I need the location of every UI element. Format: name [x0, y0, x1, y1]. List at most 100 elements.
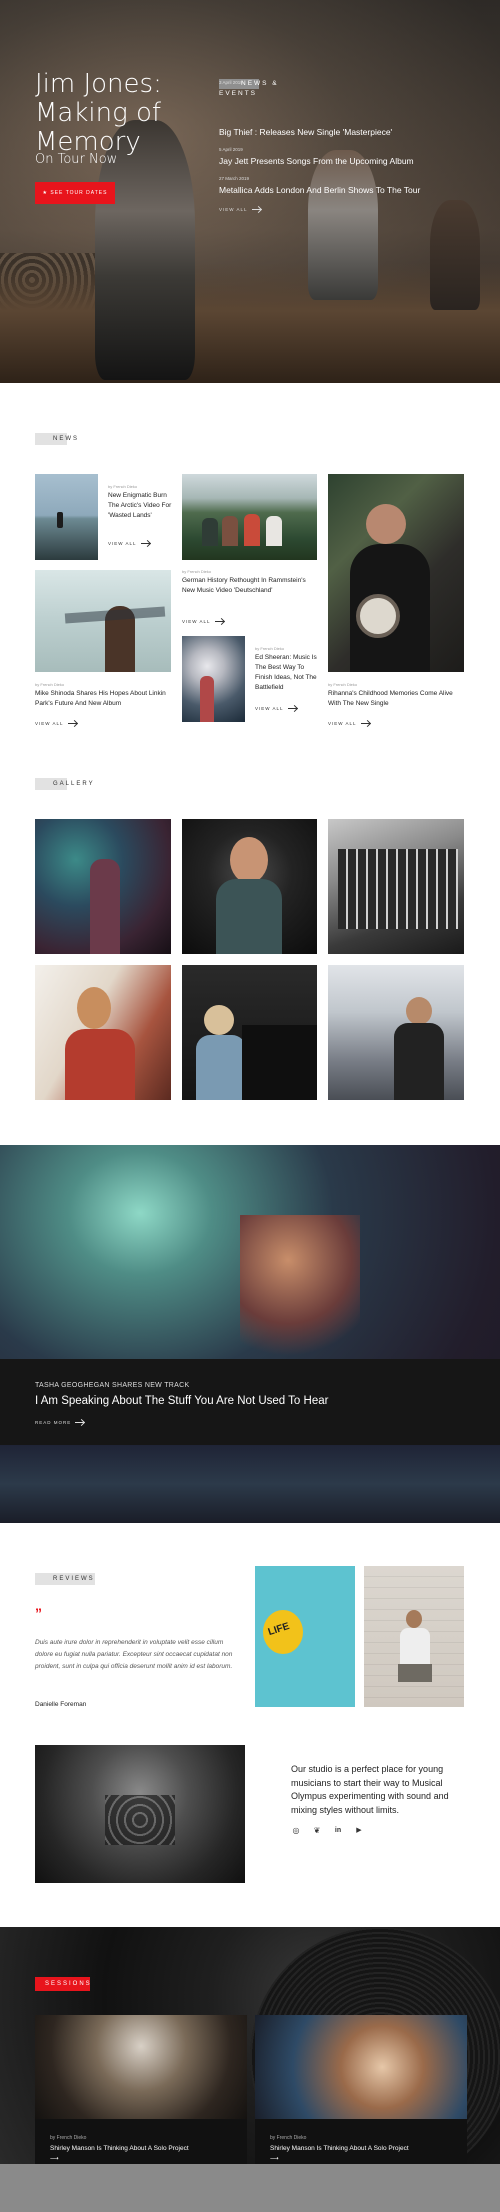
- session-title[interactable]: Shirley Manson Is Thinking About A Solo …: [50, 2145, 189, 2152]
- hero-singer-figure: [308, 150, 378, 300]
- youtube-icon[interactable]: ▶: [354, 1826, 364, 1836]
- review-text: Duis aute irure dolor in reprehenderit i…: [35, 1639, 233, 1670]
- gallery-image-pianist[interactable]: [182, 965, 317, 1100]
- gallery-image-crowd-performer[interactable]: [328, 965, 464, 1100]
- news-meta: by French Dieko: [35, 682, 65, 687]
- person-figure: [244, 514, 260, 546]
- banner-kicker: TASHA GEOGHEGAN SHARES NEW TRACK: [35, 1382, 190, 1389]
- news-meta: by French Dieko: [255, 646, 285, 651]
- news-label-text: NEWS: [53, 436, 79, 442]
- mixer-faders: [338, 849, 458, 929]
- person-figure: [200, 676, 214, 722]
- person-head: [230, 837, 268, 883]
- gallery-label-text: GALLERY: [53, 781, 95, 787]
- reviews-section-label: REVIEWS: [35, 1573, 115, 1585]
- session-card[interactable]: [35, 2015, 247, 2164]
- read-more-label: READ MORE: [35, 1420, 72, 1425]
- news-image-veiled-woman[interactable]: [35, 570, 171, 672]
- studio-image-band: [35, 1745, 245, 1883]
- session-image-band-room: [35, 2015, 247, 2119]
- news-title[interactable]: Mike Shinoda Shares His Hopes About Link…: [35, 689, 171, 709]
- featured-banner[interactable]: [0, 1145, 500, 1523]
- event-title[interactable]: Metallica Adds London And Berlin Shows T…: [219, 185, 420, 195]
- session-image-singer-crowd: [255, 2015, 467, 2119]
- news-title[interactable]: New Enigmatic Burn The Arctic's Video Fo…: [108, 491, 173, 521]
- reviewer-name: Danielle Foreman: [35, 1701, 87, 1708]
- gallery-image-mixing-desk[interactable]: [328, 819, 464, 954]
- news-view-all-link[interactable]: VIEW ALL: [108, 541, 150, 546]
- arrow-right-icon: [251, 209, 261, 211]
- read-more-link[interactable]: READ MORE: [35, 1420, 85, 1425]
- linkedin-icon[interactable]: in: [333, 1826, 343, 1836]
- arrow-right-icon: [214, 621, 224, 623]
- person-legs: [398, 1664, 432, 1682]
- news-image-banjo-player[interactable]: [328, 474, 464, 672]
- instagram-icon[interactable]: ◎: [291, 1826, 301, 1836]
- piano-shape: [242, 1025, 317, 1100]
- news-meta: by French Dieko: [182, 569, 212, 574]
- news-view-all-link[interactable]: VIEW ALL: [182, 619, 224, 624]
- view-all-label: VIEW ALL: [255, 706, 284, 711]
- gallery-image-guitarist-teal[interactable]: [35, 819, 171, 954]
- news-image-smoke-performer[interactable]: [182, 636, 245, 722]
- news-title[interactable]: Ed Sheeran: Music Is The Best Way To Fin…: [255, 653, 321, 693]
- person-head: [204, 1005, 234, 1035]
- view-all-label: VIEW ALL: [182, 619, 211, 624]
- review-image-balloon: LIFE: [255, 1566, 355, 1707]
- person-head: [406, 997, 432, 1025]
- studio-description: Our studio is a perfect place for young …: [291, 1764, 449, 1815]
- news-section-label: NEWS: [35, 433, 105, 445]
- person-figure: [90, 859, 120, 954]
- see-tour-dates-button[interactable]: ★ See Tour Dates: [35, 182, 115, 204]
- arrow-right-icon[interactable]: ⟶: [270, 2155, 279, 2162]
- view-all-label: VIEW ALL: [108, 541, 137, 546]
- gallery-section-label: GALLERY: [35, 778, 115, 790]
- banner-bottom-image: [0, 1445, 500, 1523]
- news-meta: by French Dieko: [108, 484, 138, 489]
- view-all-label: VIEW ALL: [35, 721, 64, 726]
- session-title[interactable]: Shirley Manson Is Thinking About A Solo …: [270, 2145, 409, 2152]
- sessions-label: SESSIONS: [35, 1977, 90, 1991]
- event-date: 5 April 2019: [219, 147, 243, 152]
- arrow-right-icon: [140, 543, 150, 545]
- session-meta: by French Dieko: [270, 2135, 307, 2141]
- news-image-mountain-friends[interactable]: [182, 474, 317, 560]
- hero-bassist-figure: [430, 200, 480, 310]
- arrow-right-icon: [287, 708, 297, 710]
- news-title[interactable]: Rihanna's Childhood Memories Come Alive …: [328, 689, 464, 709]
- news-view-all-link[interactable]: VIEW ALL: [255, 706, 297, 711]
- event-title[interactable]: Big Thief : Releases New Single 'Masterp…: [219, 127, 392, 137]
- footer-strip: [0, 2164, 500, 2212]
- hero-title: Jim Jones: Making of Memory: [35, 69, 162, 157]
- singer-figure: [240, 1215, 360, 1365]
- event-title[interactable]: Jay Jett Presents Songs From the Upcomin…: [219, 156, 414, 166]
- gallery-image-mic-guitarist[interactable]: [35, 965, 171, 1100]
- person-head: [77, 987, 111, 1029]
- view-all-label: VIEW ALL: [219, 207, 248, 212]
- person-body: [394, 1023, 444, 1100]
- twitter-icon[interactable]: ❦: [312, 1826, 322, 1836]
- arrow-right-icon: [360, 723, 370, 725]
- arrow-right-icon: [67, 723, 77, 725]
- event-date: 27 March 2019: [219, 176, 250, 181]
- reviews-label-text: REVIEWS: [53, 1576, 95, 1582]
- news-view-all-link[interactable]: VIEW ALL: [35, 721, 77, 726]
- session-card[interactable]: [255, 2015, 467, 2164]
- arrow-right-icon: [75, 1422, 85, 1424]
- news-image-beach[interactable]: [35, 474, 98, 560]
- person-silhouette: [57, 512, 63, 528]
- person-body: [400, 1628, 430, 1664]
- arrow-right-icon[interactable]: ⟶: [50, 2155, 59, 2162]
- event-date: 3 April 2019: [219, 80, 243, 85]
- person-figure: [266, 516, 282, 546]
- person-head: [366, 504, 406, 544]
- gallery-image-singer[interactable]: [182, 819, 317, 954]
- hero-subtitle: On Tour Now: [35, 152, 118, 167]
- news-view-all-link[interactable]: VIEW ALL: [328, 721, 370, 726]
- banner-title[interactable]: I Am Speaking About The Stuff You Are No…: [35, 1395, 328, 1407]
- person-head: [406, 1610, 422, 1628]
- person-body: [196, 1035, 246, 1100]
- hero-stage-floor: [0, 263, 500, 383]
- news-title[interactable]: German History Rethought In Rammstein's …: [182, 576, 312, 596]
- events-view-all-link[interactable]: VIEW ALL: [219, 207, 261, 212]
